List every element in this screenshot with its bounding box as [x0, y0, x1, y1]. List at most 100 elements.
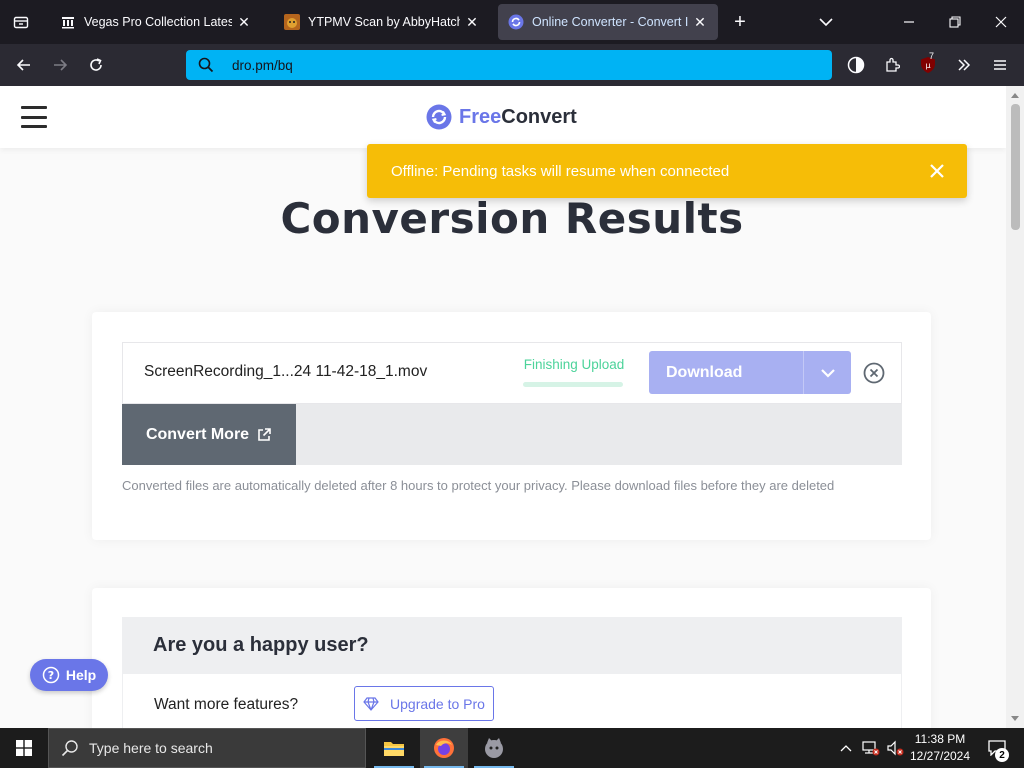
tab-ytpmv[interactable]: YTPMV Scan by AbbyHatcheran ✕: [274, 4, 490, 40]
cat-avatar-icon: [284, 14, 300, 30]
upgrade-row: Want more features? Upgrade to Pro: [122, 673, 902, 728]
diamond-icon: [363, 696, 379, 711]
network-status[interactable]: [860, 728, 882, 768]
reader-view-button[interactable]: [840, 49, 872, 81]
help-button[interactable]: ? Help: [30, 659, 108, 691]
contrast-icon: [847, 56, 865, 74]
reload-icon: [90, 58, 102, 71]
upload-status: Finishing Upload: [523, 357, 625, 372]
plus-icon: +: [734, 10, 746, 33]
forward-button[interactable]: [44, 49, 76, 81]
toast-message: Offline: Pending tasks will resume when …: [391, 162, 730, 180]
more-tools-button[interactable]: [948, 49, 980, 81]
convert-more-button[interactable]: Convert More: [122, 404, 296, 465]
scroll-thumb[interactable]: [1011, 104, 1020, 230]
results-card: ScreenRecording_1...24 11-42-18_1.mov Fi…: [92, 312, 931, 540]
taskbar-firefox[interactable]: [420, 728, 468, 768]
remove-file-icon[interactable]: [862, 361, 886, 385]
tab-online-converter[interactable]: Online Converter - Convert Ima ✕: [498, 4, 718, 40]
restore-button[interactable]: [932, 0, 978, 44]
arrow-right-icon: [54, 59, 68, 71]
search-placeholder: Type here to search: [89, 740, 213, 756]
close-window-button[interactable]: [978, 0, 1024, 44]
upload-progress-bar: [523, 382, 623, 387]
logo-convert-text: Convert: [501, 105, 577, 128]
svg-text:μ: μ: [925, 61, 930, 70]
hamburger-menu-icon: [994, 60, 1006, 70]
list-all-tabs-button[interactable]: [812, 8, 840, 36]
show-hidden-icons-button[interactable]: [836, 728, 856, 768]
site-header: Free Convert: [0, 86, 1006, 148]
svg-text:?: ?: [48, 669, 54, 682]
archive-icon: [60, 14, 76, 30]
freeconvert-logo[interactable]: Free Convert: [426, 104, 577, 130]
minimize-button[interactable]: [886, 0, 932, 44]
clock-time: 11:38 PM: [914, 732, 966, 746]
question-circle-icon: ?: [42, 666, 60, 684]
site-menu-button[interactable]: [21, 106, 47, 128]
caret-down-icon: [1011, 716, 1019, 721]
chevron-up-icon: [840, 745, 852, 752]
privacy-note: Converted files are automatically delete…: [122, 478, 835, 493]
arrow-left-icon: [16, 59, 30, 71]
chevron-down-icon: [819, 18, 833, 27]
chevron-down-icon: [820, 368, 835, 378]
page-title: Conversion Results: [280, 194, 744, 243]
close-tab-icon[interactable]: ✕: [464, 14, 480, 30]
start-button[interactable]: [0, 728, 48, 768]
taskbar-search-box[interactable]: Type here to search: [48, 728, 366, 768]
ublock-shield-icon: μ: [921, 57, 935, 73]
network-disconnected-icon: [862, 741, 880, 756]
clock-date: 12/27/2024: [909, 749, 971, 763]
firefox-view-button[interactable]: [0, 0, 42, 44]
toast-close-button[interactable]: [925, 159, 949, 183]
scroll-up-arrow[interactable]: [1006, 86, 1024, 104]
file-name: ScreenRecording_1...24 11-42-18_1.mov: [144, 363, 428, 380]
close-tab-icon[interactable]: ✕: [692, 14, 708, 30]
ublock-button[interactable]: μ: [912, 49, 944, 81]
firefox-icon: [434, 738, 454, 758]
tab-title: Online Converter - Convert Ima: [532, 15, 688, 29]
puzzle-icon: [886, 57, 900, 72]
taskbar-app-3[interactable]: [470, 728, 518, 768]
freeconvert-logo-icon: [426, 104, 452, 130]
download-label: Download: [666, 363, 743, 381]
volume-button[interactable]: [884, 728, 906, 768]
page-viewport: Free Convert Conversion Results ScreenRec…: [0, 86, 1006, 728]
taskbar-clock[interactable]: 11:38 PM 12/27/2024: [906, 731, 974, 765]
download-button[interactable]: Download: [649, 351, 851, 394]
offline-toast: Offline: Pending tasks will resume when …: [367, 144, 967, 198]
file-row: ScreenRecording_1...24 11-42-18_1.mov Fi…: [122, 342, 902, 404]
close-icon: [995, 16, 1007, 28]
page-scrollbar[interactable]: [1006, 86, 1024, 728]
download-options-dropdown[interactable]: [804, 351, 851, 394]
app-menu-button[interactable]: [984, 49, 1016, 81]
logo-free-text: Free: [459, 105, 502, 128]
windows-taskbar: Type here to search 11:38 PM 12/27/2024 …: [0, 728, 1024, 768]
url-text: dro.pm/bq: [232, 57, 293, 73]
action-center-button[interactable]: 2: [980, 728, 1014, 768]
caret-up-icon: [1011, 93, 1019, 98]
taskbar-file-explorer[interactable]: [370, 728, 418, 768]
search-icon: [186, 50, 226, 80]
close-tab-icon[interactable]: ✕: [236, 14, 252, 30]
help-label: Help: [65, 667, 97, 683]
reload-button[interactable]: [80, 49, 112, 81]
external-link-icon: [258, 427, 271, 441]
new-tab-button[interactable]: +: [726, 8, 754, 36]
windows-logo-icon: [16, 740, 32, 756]
happy-user-heading: Are you a happy user?: [122, 617, 902, 673]
scroll-down-arrow[interactable]: [1006, 710, 1024, 728]
back-button[interactable]: [8, 49, 40, 81]
restore-icon: [949, 16, 961, 28]
upgrade-to-pro-button[interactable]: Upgrade to Pro: [354, 686, 494, 721]
minimize-icon: [904, 21, 914, 23]
convert-more-bar: Convert More: [122, 404, 902, 465]
cat-face-icon: [485, 738, 503, 758]
double-chevron-right-icon: [958, 59, 971, 71]
extensions-button[interactable]: [876, 49, 908, 81]
browser-tab-bar: Vegas Pro Collection Latest Buil ✕ YTPMV…: [0, 0, 1024, 44]
tab-vegas[interactable]: Vegas Pro Collection Latest Buil ✕: [50, 4, 262, 40]
tab-title: Vegas Pro Collection Latest Buil: [84, 15, 232, 29]
address-bar[interactable]: dro.pm/bq: [186, 50, 832, 80]
